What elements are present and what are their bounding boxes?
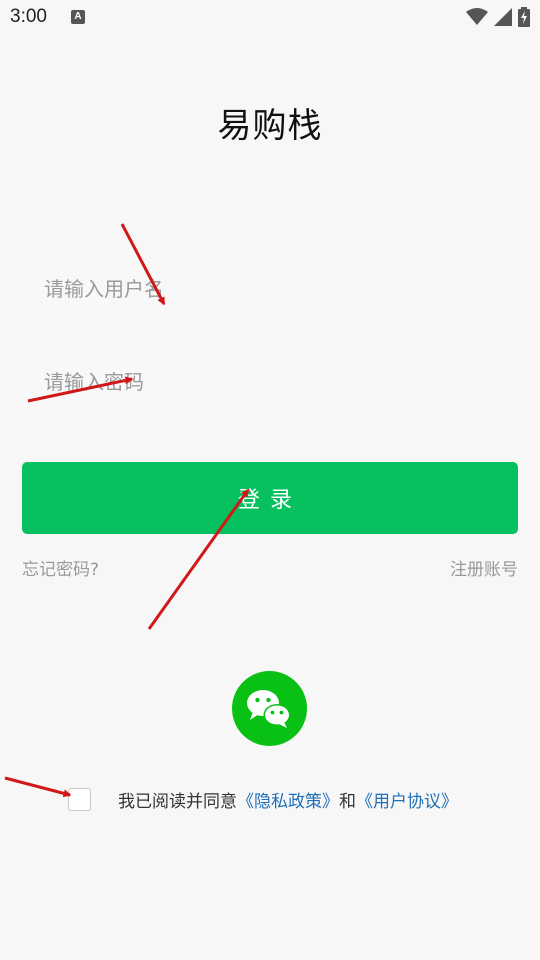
app-title: 易购栈 xyxy=(217,106,323,146)
status-time: 3:00 xyxy=(10,6,47,27)
cellular-signal-icon xyxy=(494,8,512,26)
user-agreement-link[interactable]: 《用户协议》 xyxy=(356,787,458,812)
agreement-checkbox[interactable] xyxy=(68,787,91,811)
wechat-icon xyxy=(247,690,291,728)
login-button[interactable]: 登录 xyxy=(22,462,518,534)
status-icons xyxy=(466,6,530,28)
agreement-conjunction: 和 xyxy=(339,791,356,812)
forgot-password-link[interactable]: 忘记密码? xyxy=(22,555,99,580)
username-input[interactable] xyxy=(22,254,518,324)
status-bar: 3:00 A xyxy=(0,0,540,36)
wifi-icon xyxy=(466,8,488,25)
privacy-policy-link[interactable]: 《隐私政策》 xyxy=(237,787,339,812)
register-account-link[interactable]: 注册账号 xyxy=(450,555,518,580)
agreement-row: 我已阅读并同意 《隐私政策》 和 《用户协议》 xyxy=(68,787,458,812)
annotation-arrow-checkbox xyxy=(4,776,72,798)
password-input[interactable] xyxy=(22,347,518,417)
agreement-prefix: 我已阅读并同意 xyxy=(118,791,237,812)
wechat-login-button[interactable] xyxy=(232,671,307,746)
accessibility-notification-icon: A xyxy=(71,10,85,24)
battery-charging-icon xyxy=(518,7,530,27)
password-field-container xyxy=(22,347,518,417)
username-field-container xyxy=(22,254,518,324)
